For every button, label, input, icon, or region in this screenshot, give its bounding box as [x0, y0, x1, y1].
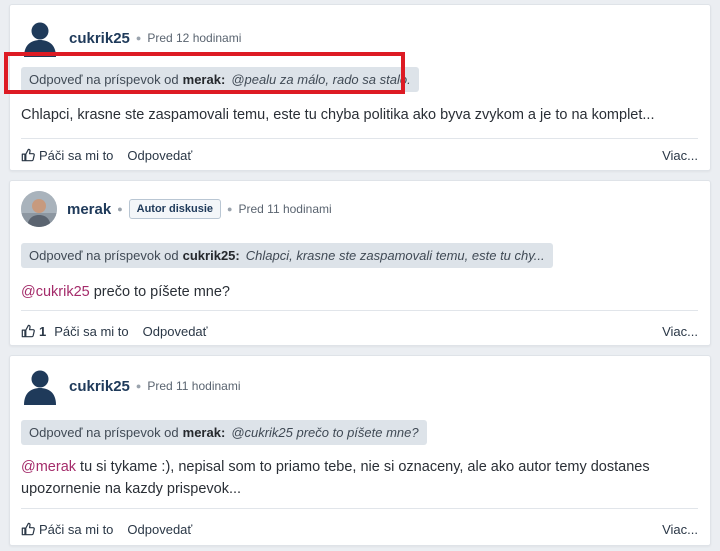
divider [21, 508, 698, 509]
like-count: 1 [39, 323, 47, 339]
more-button[interactable]: Viac... [662, 148, 698, 163]
reply-button[interactable]: Odpovedať [127, 148, 192, 163]
reply-button[interactable]: Odpovedať [127, 522, 192, 537]
thumbs-up-icon [21, 522, 35, 536]
reply-quote[interactable]: Odpoveď na príspevok od merak: @cukrik25… [21, 420, 427, 445]
username[interactable]: cukrik25 [69, 378, 130, 395]
thumbs-up-icon [21, 148, 35, 162]
mention-link[interactable]: @cukrik25 [21, 284, 90, 300]
post-card: merak ● Autor diskusie ● Pred 11 hodinam… [9, 180, 711, 346]
post-card: cukrik25 ● Pred 11 hodinami Odpoveď na p… [9, 355, 711, 546]
mention-link[interactable]: @merak [21, 459, 76, 475]
post-header: cukrik25 ● Pred 11 hodinami [21, 366, 241, 406]
quote-prefix: Odpoveď na príspevok od [29, 425, 179, 440]
post-body: @cukrik25 prečo to píšete mne? [21, 281, 696, 303]
more-button[interactable]: Viac... [662, 522, 698, 537]
reply-button[interactable]: Odpovedať [143, 324, 208, 339]
post-body: Chlapci, krasne ste zaspamovali temu, es… [21, 104, 696, 126]
separator-dot: ● [117, 204, 123, 214]
like-button[interactable]: 1 Páči sa mi to [21, 324, 129, 339]
post-body: @merak tu si tykame :), nepisal som to p… [21, 456, 696, 500]
post-actions: Páči sa mi to Odpovedať Viac... [21, 518, 698, 540]
like-button[interactable]: Páči sa mi to [21, 148, 113, 163]
like-label: Páči sa mi to [39, 147, 114, 163]
quote-text: Chlapci, krasne ste zaspamovali temu, es… [245, 248, 545, 263]
divider [21, 310, 698, 311]
reply-quote[interactable]: Odpoveď na príspevok od cukrik25: Chlapc… [21, 243, 553, 268]
post-time: Pred 11 hodinami [147, 379, 241, 393]
post-actions: 1 Páči sa mi to Odpovedať Viac... [21, 320, 698, 342]
like-label: Páči sa mi to [54, 323, 129, 339]
quote-author: cukrik25: [182, 248, 240, 263]
separator-dot: ● [135, 381, 142, 391]
post-text: Chlapci, krasne ste zaspamovali temu, es… [21, 107, 655, 123]
user-silhouette-icon[interactable] [21, 367, 59, 405]
quote-prefix: Odpoveď na príspevok od [29, 248, 179, 263]
username[interactable]: merak [67, 201, 111, 218]
post-time: Pred 12 hodinami [147, 31, 242, 45]
quote-author: merak: [182, 425, 226, 440]
author-badge: Autor diskusie [128, 199, 222, 219]
quote-text: @cukrik25 prečo to píšete mne? [231, 425, 419, 440]
post-header: merak ● Autor diskusie ● Pred 11 hodinam… [21, 189, 332, 229]
post-actions: Páči sa mi to Odpovedať Viac... [21, 144, 698, 166]
more-button[interactable]: Viac... [662, 324, 698, 339]
post-text: tu si tykame :), nepisal som to priamo t… [21, 459, 650, 497]
post-time: Pred 11 hodinami [238, 202, 332, 216]
like-label: Páči sa mi to [39, 521, 114, 537]
highlight-box [4, 52, 405, 94]
divider [21, 138, 698, 139]
avatar-photo[interactable] [21, 191, 57, 227]
separator-dot: ● [227, 204, 233, 214]
post-text: prečo to píšete mne? [89, 284, 230, 300]
like-button[interactable]: Páči sa mi to [21, 522, 113, 537]
thumbs-up-icon [21, 324, 35, 338]
username[interactable]: cukrik25 [69, 30, 130, 47]
separator-dot: ● [135, 33, 142, 43]
